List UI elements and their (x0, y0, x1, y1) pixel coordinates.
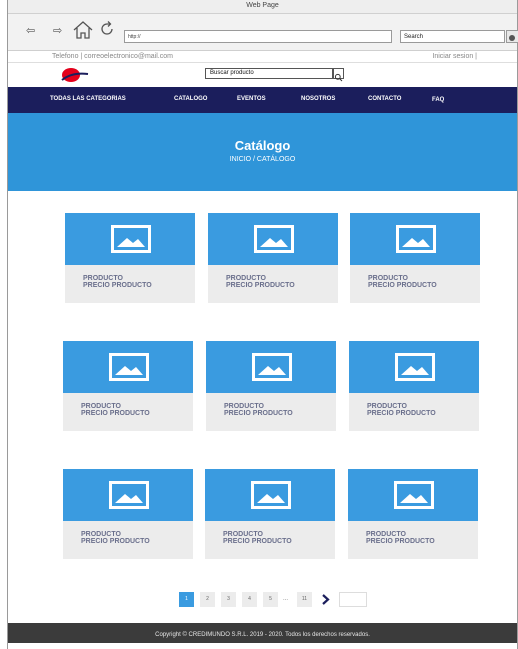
page-button[interactable]: 3 (221, 592, 236, 607)
product-price: PRECIO PRODUCTO (83, 282, 152, 289)
catalog-hero: Catálogo INICIO / CATÁLOGO (8, 113, 517, 191)
product-card[interactable]: PRODUCTO PRECIO PRODUCTO (65, 213, 195, 303)
product-image[interactable] (205, 469, 335, 521)
product-card[interactable]: PRODUCTO PRECIO PRODUCTO (349, 341, 479, 431)
product-name: PRODUCTO (83, 275, 123, 282)
browser-search-input[interactable]: Search (400, 30, 505, 43)
product-name: PRODUCTO (223, 531, 263, 538)
image-placeholder-icon (109, 353, 149, 381)
page-button[interactable]: 2 (200, 592, 215, 607)
product-card[interactable]: PRODUCTO PRECIO PRODUCTO (206, 341, 336, 431)
image-placeholder-icon (251, 481, 291, 509)
magnifier-icon (334, 73, 343, 82)
product-image[interactable] (206, 341, 336, 393)
page-jump-input[interactable] (339, 592, 367, 607)
image-placeholder-icon (252, 353, 292, 381)
search-icon (509, 35, 515, 41)
site-logo[interactable] (54, 65, 94, 85)
main-navigation: TODAS LAS CATEGORIAS CATALOGO EVENTOS NO… (8, 87, 517, 113)
product-image[interactable] (348, 469, 478, 521)
product-price: PRECIO PRODUCTO (223, 538, 292, 545)
page-button[interactable]: 4 (242, 592, 257, 607)
product-price: PRECIO PRODUCTO (366, 538, 435, 545)
forward-arrow-icon[interactable]: ⇨ (53, 24, 62, 38)
product-name: PRODUCTO (81, 403, 121, 410)
window-titlebar: Web Page (8, 0, 517, 14)
page-ellipsis: ... (283, 596, 289, 602)
nav-nosotros[interactable]: NOSOTROS (301, 96, 335, 102)
nav-all-categories[interactable]: TODAS LAS CATEGORIAS (50, 96, 126, 102)
image-placeholder-icon (109, 481, 149, 509)
browser-search-button[interactable] (506, 30, 518, 43)
image-placeholder-icon (396, 225, 436, 253)
product-card[interactable]: PRODUCTO PRECIO PRODUCTO (205, 469, 335, 559)
product-image[interactable] (63, 469, 193, 521)
url-input[interactable]: http:// (124, 30, 392, 43)
product-price: PRECIO PRODUCTO (81, 410, 150, 417)
page-button-current[interactable]: 1 (179, 592, 194, 607)
product-image[interactable] (63, 341, 193, 393)
product-card[interactable]: PRODUCTO PRECIO PRODUCTO (348, 469, 478, 559)
nav-faq[interactable]: FAQ (432, 97, 444, 103)
page-button[interactable]: 5 (263, 592, 278, 607)
product-name: PRODUCTO (366, 531, 406, 538)
image-placeholder-icon (111, 225, 151, 253)
nav-catalogo[interactable]: CATALOGO (174, 96, 207, 102)
product-name: PRODUCTO (368, 275, 408, 282)
product-card[interactable]: PRODUCTO PRECIO PRODUCTO (208, 213, 338, 303)
product-price: PRECIO PRODUCTO (226, 282, 295, 289)
next-page-button[interactable] (318, 592, 333, 607)
product-search-input[interactable]: Buscar producto (205, 68, 333, 79)
product-price: PRECIO PRODUCTO (81, 538, 150, 545)
browser-toolbar: ⇦ ⇨ http:// Search (8, 14, 518, 51)
breadcrumb[interactable]: INICIO / CATÁLOGO (8, 156, 517, 163)
home-icon[interactable] (72, 20, 94, 44)
contact-bar: Telefono | correoelectronico@mail.com In… (8, 51, 517, 63)
product-search-button[interactable] (333, 68, 344, 82)
site-footer: Copyright © CREDIMUNDO S.R.L. 2019 - 202… (8, 623, 517, 643)
image-placeholder-icon (254, 225, 294, 253)
image-placeholder-icon (394, 481, 434, 509)
product-price: PRECIO PRODUCTO (368, 282, 437, 289)
product-name: PRODUCTO (81, 531, 121, 538)
copyright-text: Copyright © CREDIMUNDO S.R.L. 2019 - 202… (155, 632, 370, 638)
contact-info: Telefono | correoelectronico@mail.com (52, 53, 173, 60)
pagination: 1 2 3 4 5 ... 11 (179, 592, 369, 607)
product-card[interactable]: PRODUCTO PRECIO PRODUCTO (63, 469, 193, 559)
nav-contacto[interactable]: CONTACTO (368, 96, 401, 102)
window-title: Web Page (246, 2, 279, 9)
product-image[interactable] (65, 213, 195, 265)
product-image[interactable] (350, 213, 480, 265)
page-button-last[interactable]: 11 (297, 592, 312, 607)
product-image[interactable] (208, 213, 338, 265)
nav-eventos[interactable]: EVENTOS (237, 96, 266, 102)
product-image[interactable] (349, 341, 479, 393)
login-link[interactable]: Iniciar sesion | (432, 53, 477, 60)
product-card[interactable]: PRODUCTO PRECIO PRODUCTO (63, 341, 193, 431)
image-placeholder-icon (395, 353, 435, 381)
product-name: PRODUCTO (224, 403, 264, 410)
product-card[interactable]: PRODUCTO PRECIO PRODUCTO (350, 213, 480, 303)
back-arrow-icon[interactable]: ⇦ (26, 24, 35, 38)
product-name: PRODUCTO (226, 275, 266, 282)
product-name: PRODUCTO (367, 403, 407, 410)
reload-icon[interactable] (98, 20, 116, 42)
chevron-right-icon (322, 594, 330, 605)
browser-window: Web Page ⇦ ⇨ http:// Search Telefono | c… (7, 0, 518, 649)
product-price: PRECIO PRODUCTO (367, 410, 436, 417)
product-price: PRECIO PRODUCTO (224, 410, 293, 417)
page-title: Catálogo (234, 138, 291, 153)
site-header: Buscar producto (8, 63, 517, 87)
